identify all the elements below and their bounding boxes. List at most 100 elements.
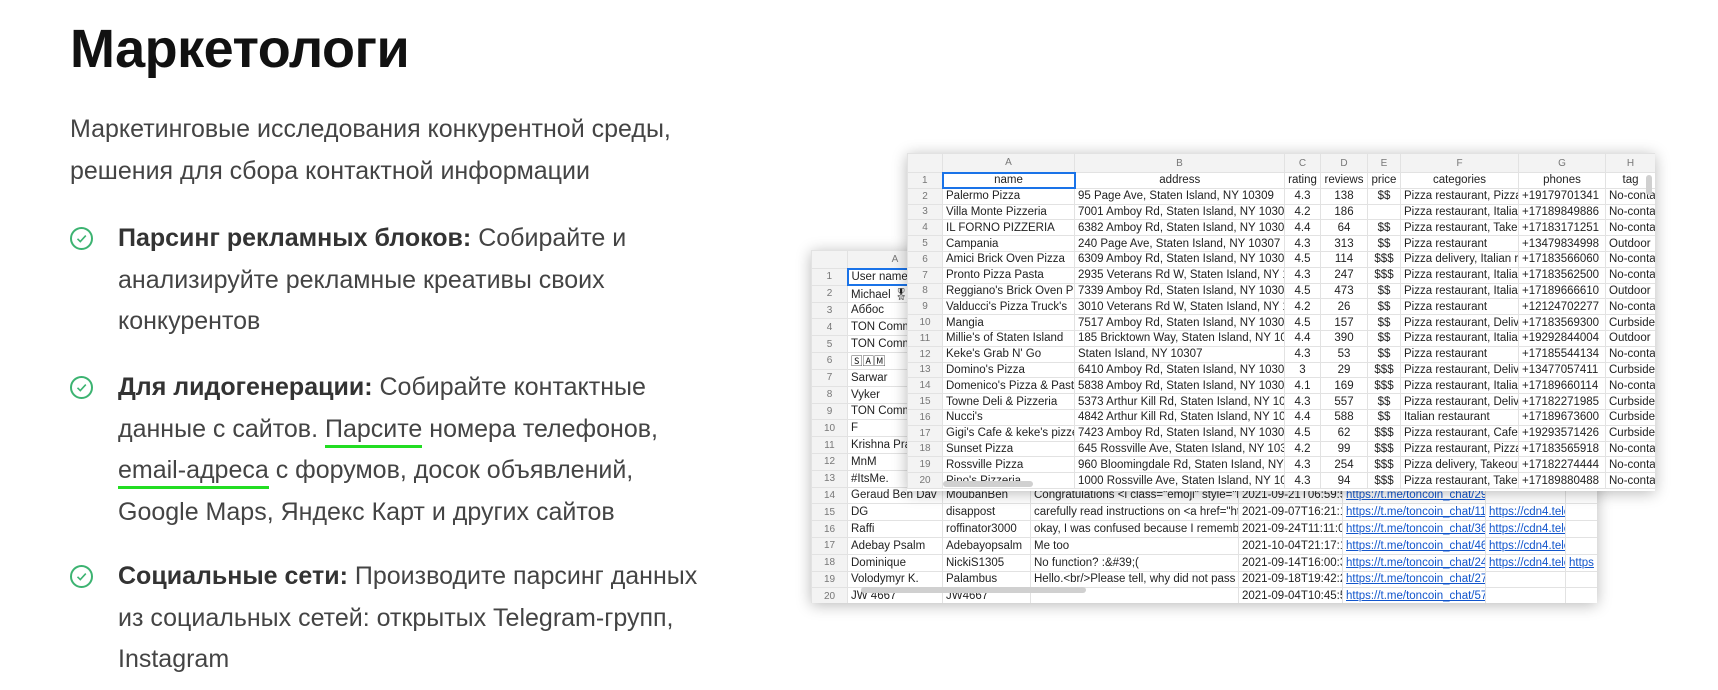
row-number[interactable]: 16 [907,408,943,426]
cell-link[interactable]: https://t.me/toncoin_chat/361 [1342,520,1486,538]
cell[interactable]: $$$ [1367,250,1401,268]
cell[interactable]: 99 [1320,440,1368,458]
cell[interactable]: 240 Page Ave, Staten Island, NY 10307 [1074,235,1285,252]
corner-cell[interactable] [811,250,848,269]
cell[interactable]: No-conta [1605,203,1655,221]
cell[interactable]: IL FORNO PIZZERIA [942,219,1075,237]
cell[interactable]: No-conta [1605,250,1655,268]
cell[interactable]: 53 [1320,345,1368,363]
row-number[interactable]: 1 [811,268,848,286]
cell[interactable]: 7517 Amboy Rd, Staten Island, NY 10307 [1074,314,1285,331]
vertical-scrollbar[interactable] [1646,175,1652,195]
cell[interactable]: No-conta [1605,298,1655,316]
cell-link[interactable]: https [1565,553,1597,572]
cell[interactable]: Pizza restaurant [1400,345,1519,363]
cell-link[interactable]: https://cdn4.telegram-c [1485,536,1566,555]
column-header[interactable]: A [942,153,1075,173]
cell[interactable]: 4.1 [1284,377,1321,395]
field-header-cell[interactable]: rating [1284,172,1321,189]
row-number[interactable]: 10 [811,419,848,438]
cell[interactable]: DG [847,503,943,522]
cell[interactable]: Curbside [1605,361,1655,379]
cell-link[interactable]: https://t.me/toncoin_chat/466 [1342,536,1486,555]
cell[interactable]: Adebayopsalm [942,536,1031,555]
cell[interactable]: Outdoor [1605,282,1655,300]
cell[interactable] [1565,587,1597,603]
cell-link[interactable]: https://cdn4.telegram-c [1485,520,1566,538]
cell[interactable]: 4.3 [1284,345,1321,363]
cell-link[interactable]: https://t.me/toncoin_chat/278 [1342,570,1486,589]
cell[interactable]: 169 [1320,377,1368,395]
row-number[interactable]: 20 [811,587,848,603]
cell[interactable]: +17185544134 [1518,345,1606,363]
cell[interactable]: Italian restaurant [1400,408,1519,426]
cell[interactable]: Pizza restaurant, Delivery [1400,393,1519,410]
cell[interactable]: $$ [1367,393,1401,410]
cell[interactable]: 5838 Amboy Rd, Staten Island, NY 10309 [1074,377,1285,395]
cell[interactable]: +19292844004 [1518,329,1606,347]
cell[interactable]: 645 Rossville Ave, Staten Island, NY 103… [1074,440,1285,458]
row-number[interactable]: 7 [907,266,943,284]
cell[interactable]: Hello.<br/>Please tell, why did not pass… [1030,570,1239,589]
row-number[interactable]: 15 [907,393,943,410]
cell[interactable] [1485,570,1566,589]
cell[interactable]: 254 [1320,456,1368,474]
cell[interactable]: No-conta [1605,440,1655,458]
row-number[interactable]: 18 [907,440,943,458]
column-header[interactable]: B [1074,153,1285,173]
cell[interactable]: 138 [1320,187,1368,205]
cell[interactable]: okay, I was confused because I remembere… [1030,520,1239,538]
cell-link[interactable]: https://t.me/toncoin_chat/57 [1342,587,1486,603]
cell[interactable]: +17189673600 [1518,408,1606,426]
column-header[interactable]: D [1320,153,1368,173]
cell[interactable]: Reggiano's Brick Oven Pizza [942,282,1075,300]
cell[interactable]: 4.3 [1284,266,1321,284]
cell[interactable]: $$ [1367,408,1401,426]
field-header-cell[interactable]: reviews [1320,172,1368,189]
cell[interactable]: Raffi [847,520,943,538]
cell[interactable]: +17182274444 [1518,456,1606,474]
cell[interactable] [1485,587,1566,603]
cell[interactable]: $$$ [1367,472,1401,489]
cell[interactable]: 2935 Veterans Rd W, Staten Island, NY 10… [1074,266,1285,284]
cell[interactable]: 247 [1320,266,1368,284]
cell[interactable]: Palambus [942,570,1031,589]
cell[interactable]: Sunset Pizza [942,440,1075,458]
cell[interactable]: 4.5 [1284,250,1321,268]
horizontal-scrollbar[interactable] [943,481,1033,487]
cell[interactable]: 2021-09-24T11:11:05+ [1238,520,1343,538]
cell[interactable]: 7423 Amboy Rd, Staten Island, NY 10307 [1074,424,1285,442]
row-number[interactable]: 11 [907,329,943,347]
row-number[interactable]: 3 [907,203,943,221]
cell[interactable]: 7001 Amboy Rd, Staten Island, NY 10307 [1074,203,1285,221]
row-number[interactable]: 14 [811,486,848,505]
cell[interactable]: Millie's of Staten Island [942,329,1075,347]
row-number[interactable]: 6 [907,250,943,268]
cell[interactable]: +17189880488 [1518,472,1606,489]
cell[interactable]: Pizza restaurant, Pizza de [1400,187,1519,205]
cell[interactable]: 6382 Amboy Rd, Staten Island, NY 10309 [1074,219,1285,237]
cell[interactable]: 94 [1320,472,1368,489]
cell[interactable]: No-conta [1605,345,1655,363]
cell[interactable]: $$ [1367,235,1401,252]
cell[interactable]: 64 [1320,219,1368,237]
cell[interactable] [1565,520,1597,538]
row-number[interactable]: 10 [907,314,943,331]
cell-link[interactable]: https://cdn4.telegram-c [1485,503,1566,522]
cell[interactable]: $$$ [1367,266,1401,284]
cell[interactable]: +17189660114 [1518,377,1606,395]
cell[interactable]: +17183566060 [1518,250,1606,268]
cell[interactable]: Curbside [1605,408,1655,426]
column-header[interactable]: H [1605,153,1655,173]
cell[interactable]: Valducci's Pizza Truck's [942,298,1075,316]
cell[interactable]: 4.5 [1284,282,1321,300]
row-number[interactable]: 18 [811,553,848,572]
cell[interactable]: 4.3 [1284,235,1321,252]
cell[interactable]: Towne Deli & Pizzeria [942,393,1075,410]
cell[interactable]: +17189666610 [1518,282,1606,300]
field-header-cell[interactable]: name [941,171,1076,190]
row-number[interactable]: 7 [811,368,848,387]
cell[interactable] [1565,570,1597,589]
cell[interactable]: +17182271985 [1518,393,1606,410]
cell[interactable]: No-conta [1605,377,1655,395]
